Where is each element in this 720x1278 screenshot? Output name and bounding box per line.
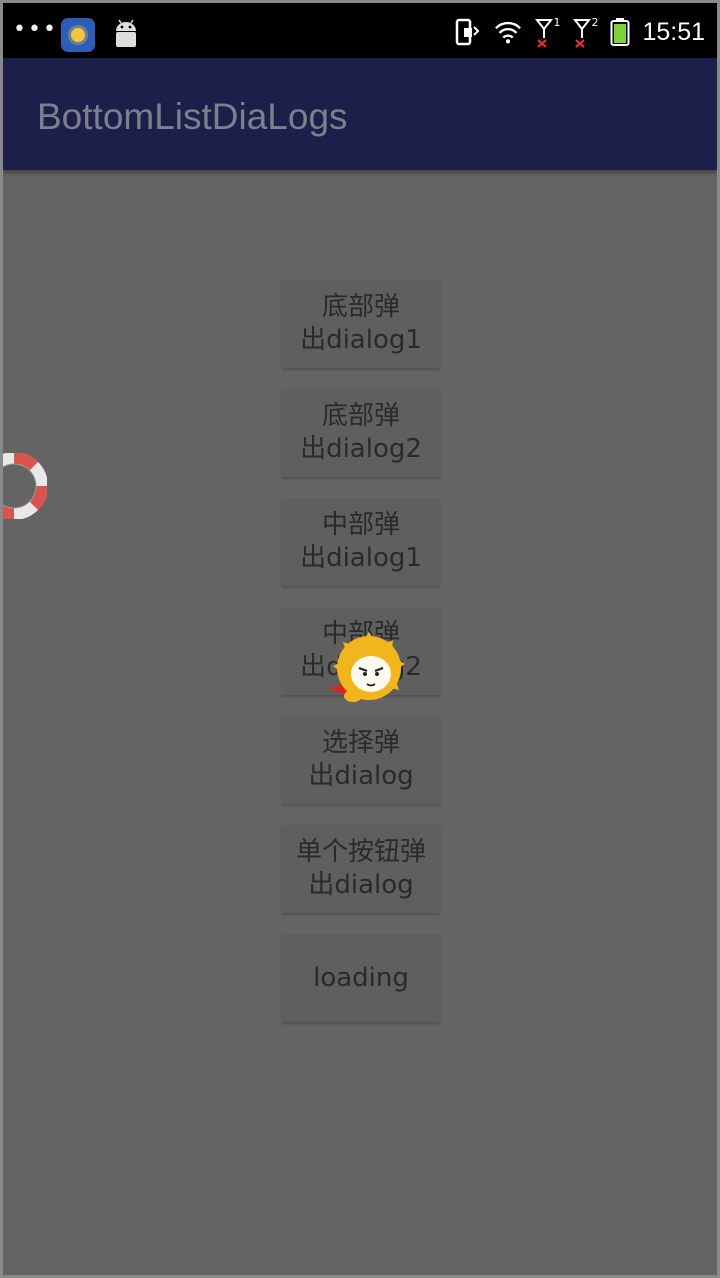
phone-vibrate-icon [456, 18, 480, 46]
button-list: 底部弹 出dialog1 底部弹 出dialog2 中部弹 出dialog1 中… [3, 170, 717, 1275]
loading-button[interactable]: loading [282, 934, 440, 1022]
status-bar: ••• 1 2 15:51 [3, 3, 717, 58]
sim1-label: 1 [553, 16, 561, 29]
clock: 15:51 [642, 17, 705, 46]
wifi-icon [495, 21, 522, 44]
sim2-label: 2 [591, 16, 599, 29]
app-bar: BottomListDiaLogs [3, 58, 717, 170]
page-title: BottomListDiaLogs [37, 96, 348, 137]
bottom-dialog2-button[interactable]: 底部弹 出dialog2 [282, 389, 440, 477]
battery-icon [610, 18, 630, 46]
more-dots-icon: ••• [13, 17, 58, 42]
signal-sim2-icon: 2 [572, 16, 598, 48]
center-dialog1-button[interactable]: 中部弹 出dialog1 [282, 498, 440, 586]
choice-dialog-button[interactable]: 选择弹 出dialog [282, 716, 440, 804]
lifebuoy-icon[interactable] [0, 453, 47, 519]
signal-sim1-icon: 1 [534, 16, 560, 48]
sun-app-icon [61, 18, 95, 52]
single-button-dialog-button[interactable]: 单个按钮弹 出dialog [282, 825, 440, 913]
bottom-dialog1-button[interactable]: 底部弹 出dialog1 [282, 280, 440, 368]
device-screen: ••• 1 2 15:51 BottomListDiaLogs 底部弹 出dia… [0, 0, 720, 1278]
android-icon [116, 19, 136, 47]
mascot-icon [329, 632, 405, 702]
